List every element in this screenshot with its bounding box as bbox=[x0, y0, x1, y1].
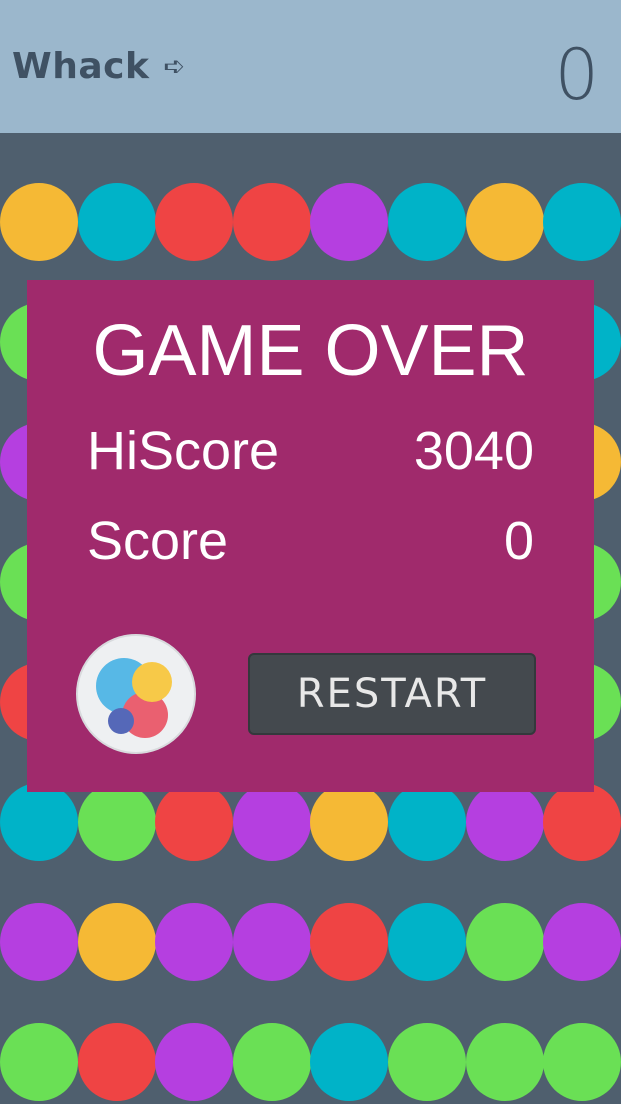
ball[interactable] bbox=[543, 783, 621, 861]
ball[interactable] bbox=[388, 183, 466, 261]
hiscore-value: 3040 bbox=[413, 421, 534, 481]
ball[interactable] bbox=[0, 783, 78, 861]
ball[interactable] bbox=[155, 903, 233, 981]
current-score: 0 bbox=[554, 34, 599, 116]
ball[interactable] bbox=[388, 1023, 466, 1101]
ball[interactable] bbox=[155, 783, 233, 861]
top-bar: Whack ➪ 0 bbox=[0, 0, 621, 133]
ball[interactable] bbox=[310, 903, 388, 981]
ball[interactable] bbox=[233, 903, 311, 981]
ball[interactable] bbox=[155, 183, 233, 261]
game-title-label: Whack bbox=[12, 46, 150, 87]
score-value: 0 bbox=[503, 511, 534, 571]
ball[interactable] bbox=[310, 783, 388, 861]
ball[interactable] bbox=[78, 183, 156, 261]
score-label: Score bbox=[87, 511, 229, 571]
ball[interactable] bbox=[233, 1023, 311, 1101]
ball[interactable] bbox=[155, 1023, 233, 1101]
ball[interactable] bbox=[0, 183, 78, 261]
ball[interactable] bbox=[78, 1023, 156, 1101]
ball[interactable] bbox=[466, 183, 544, 261]
arrow-right-icon: ➪ bbox=[163, 51, 186, 82]
restart-button[interactable]: RESTART bbox=[248, 653, 536, 735]
ball[interactable] bbox=[543, 183, 621, 261]
ball[interactable] bbox=[310, 1023, 388, 1101]
ball[interactable] bbox=[543, 903, 621, 981]
ball[interactable] bbox=[388, 783, 466, 861]
ball[interactable] bbox=[0, 1023, 78, 1101]
ball[interactable] bbox=[388, 903, 466, 981]
game-center-icon-part bbox=[108, 708, 134, 734]
game-over-title: GAME OVER bbox=[92, 311, 529, 391]
ball[interactable] bbox=[233, 783, 311, 861]
game-center-button[interactable] bbox=[76, 634, 196, 754]
ball[interactable] bbox=[0, 903, 78, 981]
ball[interactable] bbox=[466, 783, 544, 861]
game-title[interactable]: Whack ➪ bbox=[12, 46, 186, 87]
ball[interactable] bbox=[78, 783, 156, 861]
ball[interactable] bbox=[233, 183, 311, 261]
game-center-icon-part bbox=[132, 662, 172, 702]
ball[interactable] bbox=[78, 903, 156, 981]
game-over-panel: GAME OVER HiScore 3040 Score 0 RESTART bbox=[27, 280, 594, 792]
ball[interactable] bbox=[466, 1023, 544, 1101]
ball[interactable] bbox=[466, 903, 544, 981]
ball[interactable] bbox=[310, 183, 388, 261]
hiscore-label: HiScore bbox=[87, 421, 280, 481]
ball[interactable] bbox=[543, 1023, 621, 1101]
